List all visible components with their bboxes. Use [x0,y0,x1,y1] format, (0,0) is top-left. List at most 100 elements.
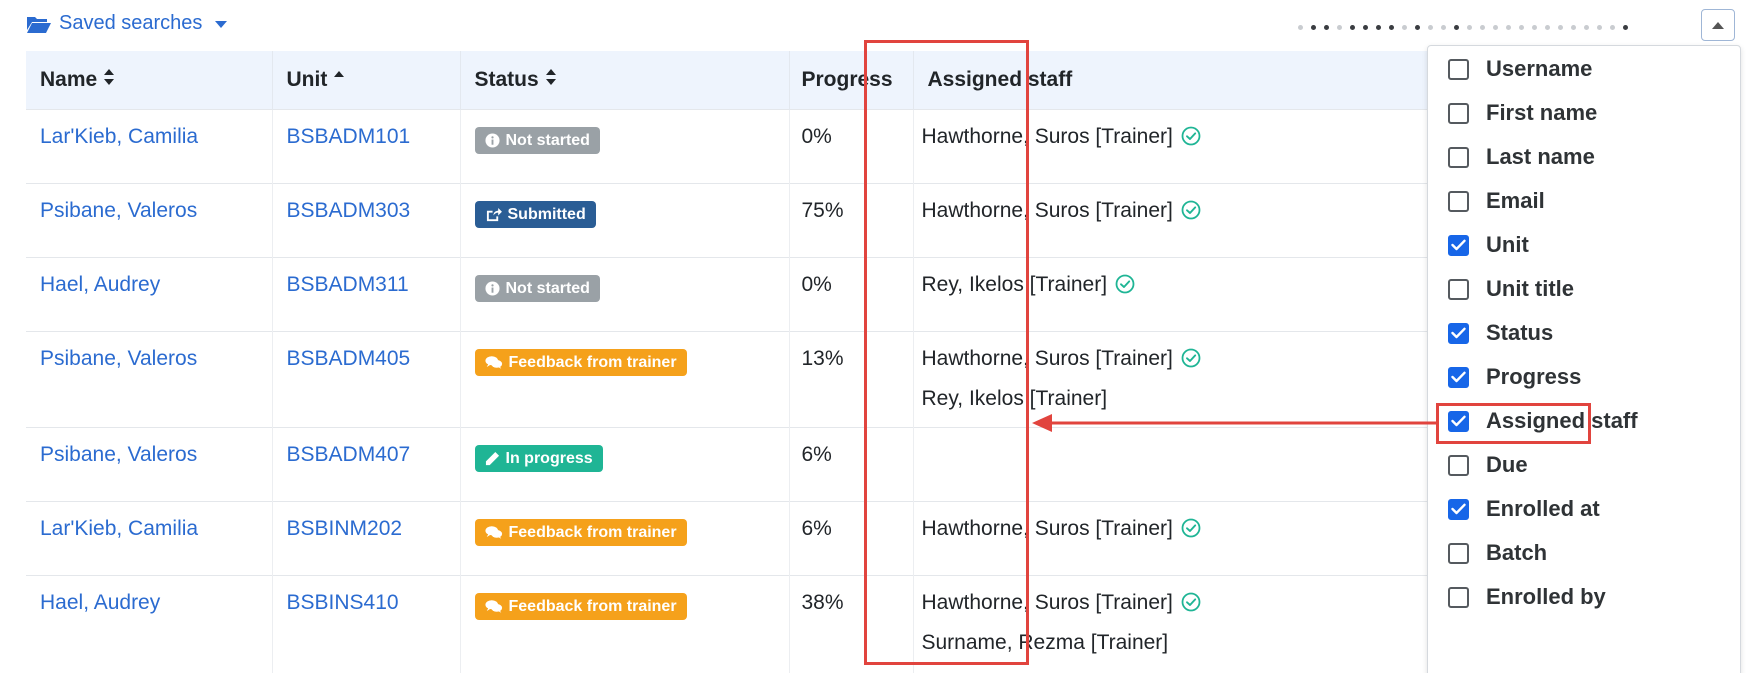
pagination-dot[interactable] [1480,25,1485,30]
pagination-dot[interactable] [1402,25,1407,30]
progress-value: 0% [801,124,832,148]
column-option-enrolled-at[interactable]: Enrolled at [1448,494,1600,524]
column-option-due[interactable]: Due [1448,450,1528,480]
learner-name-link[interactable]: Lar'Kieb, Camilia [40,517,198,540]
pagination-dot[interactable] [1545,25,1550,30]
comments-icon [484,599,503,614]
pagination-dot[interactable] [1519,25,1524,30]
column-option-label: Email [1486,188,1545,213]
pagination-dot[interactable] [1571,25,1576,30]
chevron-down-icon [215,21,228,28]
learner-name-link[interactable]: Psibane, Valeros [40,199,197,222]
pagination-dot[interactable] [1363,25,1368,30]
column-option-progress[interactable]: Progress [1448,362,1581,392]
table-row: Hael, Audrey BSBADM311 Not started 0% Rey, I… [26,256,1433,331]
comments-icon [484,355,503,370]
unit-link[interactable]: BSBADM407 [287,443,411,466]
status-badge: Feedback from trainer [474,592,687,620]
pagination-dot[interactable] [1610,25,1615,30]
cell-status: Feedback from trainer [460,330,790,427]
pagination-dot[interactable] [1376,25,1381,30]
column-header-label: Assigned staff [927,67,1073,91]
pagination-dot[interactable] [1584,25,1589,30]
column-header-assigned-staff: Assigned staff [913,51,1433,109]
table-row: Lar'Kieb, Camilia BSBADM101 Not started 0% H… [26,108,1433,183]
column-header-unit[interactable]: Unit [272,51,461,109]
column-option-username[interactable]: Username [1448,54,1592,84]
learner-name-link[interactable]: Psibane, Valeros [40,443,197,466]
column-header-status[interactable]: Status [460,51,790,109]
learner-name-link[interactable]: Psibane, Valeros [40,347,197,370]
pagination-dot[interactable] [1532,25,1537,30]
column-option-label: Last name [1486,144,1595,169]
pagination-dot[interactable] [1428,25,1433,30]
column-option-checkbox[interactable] [1448,146,1469,168]
column-option-checkbox[interactable] [1448,278,1469,300]
saved-searches-label: Saved searches [59,12,203,34]
pagination-dot[interactable] [1506,25,1511,30]
column-option-checkbox[interactable] [1448,102,1469,124]
column-option-checkbox[interactable] [1448,586,1469,608]
status-badge: Not started [474,126,600,154]
column-option-first-name[interactable]: First name [1448,98,1597,128]
column-option-checkbox[interactable] [1448,190,1469,212]
column-option-status[interactable]: Status [1448,318,1553,348]
pagination-dot[interactable] [1311,25,1316,30]
pagination-dot[interactable] [1597,25,1602,30]
unit-link[interactable]: BSBINM202 [287,517,403,540]
learner-name-link[interactable]: Lar'Kieb, Camilia [40,125,198,148]
column-option-label: Username [1486,56,1593,81]
unit-link[interactable]: BSBINS410 [287,591,399,614]
pagination-dot[interactable] [1558,25,1563,30]
pagination-dot[interactable] [1623,25,1628,30]
column-option-email[interactable]: Email [1448,186,1545,216]
column-option-checkbox[interactable] [1448,498,1469,520]
unit-link[interactable]: BSBADM101 [287,125,411,148]
pagination-dot[interactable] [1467,25,1472,30]
folder-open-icon [27,16,51,33]
status-badge: Feedback from trainer [474,348,687,376]
share-icon [485,207,502,222]
column-option-unit[interactable]: Unit [1448,230,1529,260]
pagination-dot[interactable] [1454,25,1459,30]
pagination-dot[interactable] [1350,25,1355,30]
column-option-checkbox[interactable] [1448,542,1469,564]
pagination-dot[interactable] [1324,25,1329,30]
column-option-unit-title[interactable]: Unit title [1448,274,1574,304]
staff-entry: Hawthorne, Suros [Trainer] [922,345,1418,372]
pagination-dot[interactable] [1493,25,1498,30]
unit-link[interactable]: BSBADM405 [287,347,411,370]
column-option-last-name[interactable]: Last name [1448,142,1595,172]
pagination-dot[interactable] [1298,25,1303,30]
table-row: Psibane, Valeros BSBADM405 Feedback from t… [26,330,1433,427]
column-option-checkbox[interactable] [1448,322,1469,344]
cell-status: Feedback from trainer [460,500,790,575]
column-option-checkbox[interactable] [1448,454,1469,476]
pagination-dot[interactable] [1337,25,1342,30]
column-toggle-button[interactable] [1701,9,1735,41]
column-option-checkbox[interactable] [1448,234,1469,256]
pagination-dots[interactable] [1298,25,1628,30]
enrolments-table: Name Unit Status Progress Assigned staff Lar… [26,51,1433,673]
column-option-assigned-staff[interactable]: Assigned staff [1448,406,1638,436]
column-option-enrolled-by[interactable]: Enrolled by [1448,582,1606,612]
column-option-checkbox[interactable] [1448,410,1469,432]
column-option-checkbox[interactable] [1448,58,1469,80]
unit-link[interactable]: BSBADM311 [287,273,409,296]
saved-searches-dropdown[interactable]: Saved searches [26,12,228,35]
check-circle-icon [1115,274,1135,294]
column-option-batch[interactable]: Batch [1448,538,1547,568]
cell-name: Hael, Audrey [26,256,273,331]
column-option-checkbox[interactable] [1448,366,1469,388]
cell-progress: 0% [789,108,914,183]
cell-assigned-staff: Rey, Ikelos [Trainer] [913,256,1433,331]
cell-unit: BSBADM303 [272,182,461,257]
pagination-dot[interactable] [1441,25,1446,30]
learner-name-link[interactable]: Hael, Audrey [40,273,160,296]
learner-name-link[interactable]: Hael, Audrey [40,591,160,614]
staff-name: Hawthorne, Suros [Trainer] [921,590,1173,614]
pagination-dot[interactable] [1415,25,1420,30]
pagination-dot[interactable] [1389,25,1394,30]
unit-link[interactable]: BSBADM303 [287,199,411,222]
column-header-name[interactable]: Name [26,51,273,109]
